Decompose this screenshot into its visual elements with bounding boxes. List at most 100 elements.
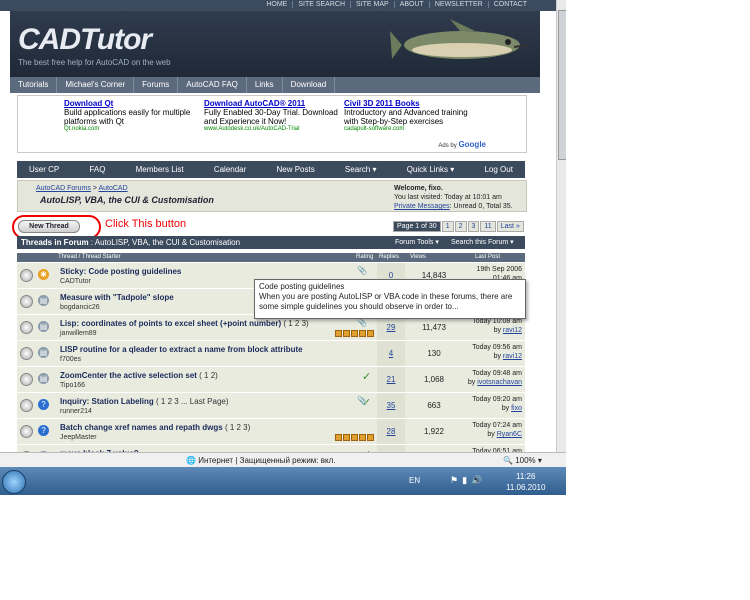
menu-item[interactable]: New Posts: [264, 165, 326, 174]
thread-status-icon: [20, 425, 33, 438]
thread-row[interactable]: ▤ ZoomCenter the active selection set ( …: [17, 367, 525, 393]
nav-item[interactable]: AutoCAD FAQ: [178, 77, 247, 93]
ad-block: Download Qt Build applications easily fo…: [17, 95, 527, 153]
top-link[interactable]: HOME: [261, 1, 292, 8]
thread-title[interactable]: LISP routine for a qleader to extract a …: [60, 345, 303, 354]
replies-count[interactable]: 21: [377, 367, 405, 392]
page-link[interactable]: 11: [480, 221, 496, 232]
thread-title[interactable]: Batch change xref names and repath dwgs …: [60, 423, 250, 432]
replies-count[interactable]: 35: [377, 393, 405, 418]
page-link[interactable]: 3: [467, 221, 480, 232]
last-post-user[interactable]: fixo: [511, 405, 522, 412]
thread-preview-tooltip: Code posting guidelines When you are pos…: [254, 279, 526, 319]
nav-item[interactable]: Download: [283, 77, 336, 93]
menu-item[interactable]: Log Out: [472, 165, 524, 174]
thread-starter[interactable]: bogdancic26: [60, 304, 100, 311]
col-starter[interactable]: Thread / Thread Starter: [58, 254, 121, 260]
thread-title[interactable]: ZoomCenter the active selection set ( 1 …: [60, 371, 218, 380]
nav-item[interactable]: Links: [247, 77, 283, 93]
thread-title[interactable]: Sticky: Code posting guidelines: [60, 267, 181, 276]
col-rating[interactable]: Rating: [356, 254, 373, 260]
last-post-user[interactable]: Ryan6C: [497, 431, 522, 438]
top-link[interactable]: SITE MAP: [350, 1, 394, 8]
security-zone[interactable]: 🌐 Интернет | Защищенный режим: вкл.: [186, 456, 335, 465]
breadcrumb-path: AutoCAD Forums > AutoCAD: [36, 185, 128, 192]
last-post-user[interactable]: ivotsnachavan: [477, 379, 522, 386]
thread-row[interactable]: ? Batch change xref names and repath dwg…: [17, 419, 525, 445]
menu-item[interactable]: Members List: [124, 165, 196, 174]
top-link[interactable]: ABOUT: [393, 1, 429, 8]
browser-window: HOME SITE SEARCH SITE MAP ABOUT NEWSLETTER CO…: [0, 0, 566, 495]
views-count: 1,922: [423, 427, 445, 436]
nav-item[interactable]: Forums: [134, 77, 179, 93]
rating-icon: [335, 330, 375, 337]
thread-starter[interactable]: Tipo166: [60, 382, 85, 389]
thread-starter[interactable]: f700es: [60, 356, 81, 363]
thread-title[interactable]: Lisp: coordinates of points to excel she…: [60, 319, 309, 328]
page-link[interactable]: 2: [454, 221, 467, 232]
pagination: Page 1 of 30 1 2 3 11 Last »: [392, 221, 524, 232]
start-button[interactable]: [2, 470, 26, 494]
thread-starter[interactable]: janwillem89: [60, 330, 97, 337]
last-post-user[interactable]: ravi12: [503, 327, 522, 334]
thread-starter[interactable]: runner214: [60, 408, 92, 415]
zoom-level[interactable]: 🔍 100% ▾: [503, 456, 542, 465]
nav-item[interactable]: Michael's Corner: [57, 77, 135, 93]
ad-title[interactable]: Civil 3D 2011 Books: [344, 99, 484, 108]
thread-row[interactable]: ? Inquiry: Station Labeling ( 1 2 3 ... …: [17, 393, 525, 419]
thread-icon: ▤: [38, 347, 49, 358]
attachment-icon: 📎: [357, 318, 367, 327]
thread-title[interactable]: Inquiry: Station Labeling ( 1 2 3 ... La…: [60, 397, 229, 406]
last-post-user[interactable]: ravi12: [503, 353, 522, 360]
breadcrumb-link[interactable]: AutoCAD: [98, 185, 127, 192]
nav-item[interactable]: Tutorials: [10, 77, 58, 93]
menu-item[interactable]: FAQ: [77, 165, 117, 174]
ad-title[interactable]: Download AutoCAD® 2011: [204, 99, 344, 108]
menu-item[interactable]: Quick Links ▾: [395, 165, 467, 174]
ad-item[interactable]: Civil 3D 2011 Books Introductory and Adv…: [344, 99, 484, 132]
scrollbar-thumb[interactable]: [558, 10, 566, 160]
ad-title[interactable]: Download Qt: [64, 99, 204, 108]
ad-item[interactable]: Download AutoCAD® 2011 Fully Enabled 30-…: [204, 99, 344, 132]
ad-url: Qt.nokia.com: [64, 126, 100, 132]
col-replies[interactable]: Replies: [379, 254, 399, 260]
thread-starter[interactable]: JeepMaster: [60, 434, 97, 441]
breadcrumb-link[interactable]: AutoCAD Forums: [36, 185, 91, 192]
question-icon: ?: [38, 425, 49, 436]
ads-by-google[interactable]: Ads by Google: [438, 140, 486, 149]
menu-item[interactable]: Calendar: [202, 165, 258, 174]
ad-item[interactable]: Download Qt Build applications easily fo…: [64, 99, 204, 132]
private-messages-link[interactable]: Private Messages: [394, 203, 450, 210]
search-forum-menu[interactable]: Search this Forum ▾: [451, 238, 514, 246]
site-logo[interactable]: CADTutor: [18, 23, 152, 57]
page-link[interactable]: Last »: [496, 221, 524, 232]
thread-status-icon: [20, 347, 33, 360]
thread-starter[interactable]: CADTutor: [60, 278, 91, 285]
menu-item[interactable]: Search ▾: [333, 165, 389, 174]
page-indicator: Page 1 of 30: [393, 221, 441, 232]
last-post: Today 09:56 am by ravi12: [472, 344, 522, 360]
ad-desc: Build applications easily for multiple p…: [64, 108, 191, 126]
thread-status-icon: [20, 269, 33, 282]
col-last-post[interactable]: Last Post: [475, 254, 500, 260]
last-post: Today 07:24 am by Ryan6C: [472, 422, 522, 438]
vertical-scrollbar[interactable]: [556, 0, 566, 452]
tray-icons[interactable]: ⚑▮🔊: [450, 475, 486, 486]
replies-count[interactable]: 4: [377, 341, 405, 366]
thread-title[interactable]: Measure with "Tadpole" slope: [60, 293, 174, 302]
col-views[interactable]: Views: [410, 254, 426, 260]
menu-item[interactable]: User CP: [17, 165, 71, 174]
forum-tools-menu[interactable]: Forum Tools ▾: [395, 238, 439, 246]
replies-count[interactable]: 28: [377, 419, 405, 444]
page-link[interactable]: 1: [441, 221, 454, 232]
clock[interactable]: 11:26 11.06.2010: [506, 471, 545, 493]
thread-status-icon: [20, 373, 33, 386]
thread-row[interactable]: ▤ LISP routine for a qleader to extract …: [17, 341, 525, 367]
top-link[interactable]: CONTACT: [487, 1, 532, 8]
thread-status-icon: [20, 295, 33, 308]
thread-status-icon: [20, 399, 33, 412]
ad-url: www.Autodesk.co.uk/AutoCAD-Trial: [204, 126, 300, 132]
language-indicator[interactable]: EN: [409, 476, 420, 485]
top-link[interactable]: NEWSLETTER: [428, 1, 488, 8]
top-link[interactable]: SITE SEARCH: [292, 1, 350, 8]
